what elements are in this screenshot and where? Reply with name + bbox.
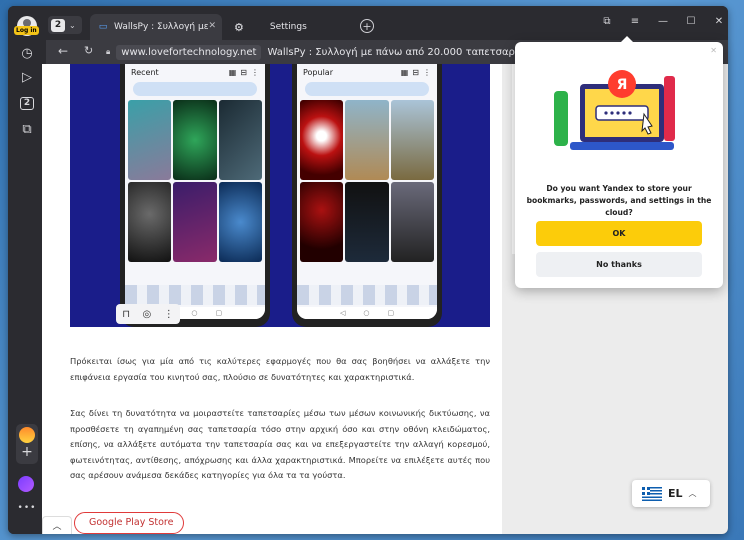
- phone-mockup-right: Popular ▦ ⊟ ⋮ ◁ ○ ▢: [292, 64, 442, 327]
- tab-wallspy[interactable]: ▭ WallsPy : Συλλογή με πάνω ✕: [90, 14, 222, 40]
- phone-mockup-left: Recent▦⊟⋮ ◁○▢: [120, 64, 270, 327]
- close-window-icon[interactable]: ✕: [712, 16, 726, 27]
- language-code: EL: [668, 487, 683, 500]
- browser-sidebar: Log in ◷ ▷ 2 ⧉ + •••: [8, 6, 46, 534]
- maximize-icon[interactable]: ☐: [684, 16, 698, 27]
- login-badge[interactable]: Log in: [14, 26, 39, 35]
- tab-settings[interactable]: ⚙ Settings: [228, 14, 348, 40]
- article-column: Recent▦⊟⋮ ◁○▢: [42, 64, 502, 534]
- greek-flag-icon: [642, 486, 662, 501]
- more-vertical-icon[interactable]: ⋮: [164, 309, 174, 320]
- bookmarks-icon[interactable]: ⧉: [600, 16, 614, 27]
- language-selector[interactable]: EL ︿: [632, 480, 710, 507]
- play-icon[interactable]: ▷: [18, 68, 36, 86]
- monitor-favicon-icon: ▭: [98, 22, 108, 32]
- article-paragraph: Πρόκειται ίσως για μία από τις καλύτερες…: [70, 356, 490, 382]
- article-paragraph: Σας δίνει τη δυνατότητα να μοιραστείτε τ…: [70, 408, 490, 480]
- google-play-store-button[interactable]: Google Play Store: [74, 512, 184, 534]
- reload-icon[interactable]: ↻: [84, 44, 93, 57]
- svg-text:Я: Я: [617, 77, 628, 93]
- menu-icon[interactable]: ≡: [628, 16, 642, 27]
- gear-icon: ⚙: [234, 20, 244, 34]
- url-host[interactable]: www.lovefortechnology.net: [116, 44, 262, 60]
- no-thanks-button[interactable]: No thanks: [536, 252, 702, 277]
- tab-strip: 2 ⌄ ▭ WallsPy : Συλλογή με πάνω ✕ ⚙ Sett…: [46, 6, 728, 40]
- minimize-icon[interactable]: —: [656, 16, 670, 27]
- close-tab-icon[interactable]: ✕: [208, 21, 216, 31]
- tab-title: Settings: [269, 22, 307, 32]
- collections-icon[interactable]: ⧉: [18, 120, 36, 138]
- phone-filter-bar: [305, 82, 429, 96]
- sync-question: Do you want Yandex to store your bookmar…: [526, 184, 712, 217]
- new-tab-button[interactable]: +: [360, 19, 374, 33]
- ok-button[interactable]: OK: [536, 221, 702, 246]
- history-icon[interactable]: ◷: [18, 44, 36, 62]
- lock-icon[interactable]: 🔒︎: [106, 47, 110, 57]
- page-title-in-address: WallsPy : Συλλογή με πάνω από 20.000 ταπ…: [267, 46, 539, 58]
- screenshot-icon[interactable]: ◎: [143, 309, 152, 320]
- chevron-up-icon: ︿: [688, 489, 697, 498]
- phone-title: Popular: [303, 67, 333, 77]
- bookmark-icon[interactable]: ⊓: [122, 309, 130, 320]
- tab-title: WallsPy : Συλλογή με πάνω: [114, 22, 208, 32]
- phone-dock-strip: [297, 285, 437, 305]
- hero-image: Recent▦⊟⋮ ◁○▢: [70, 64, 490, 327]
- sidebar-services-group: +: [16, 424, 38, 464]
- phone-filter-bar: [133, 82, 257, 96]
- phone-title: Recent: [131, 67, 159, 77]
- tab-count-number: 2: [51, 18, 65, 32]
- close-icon[interactable]: ✕: [710, 46, 717, 55]
- yandex-sync-popup: ✕ Я Do you want Yandex to store your boo…: [515, 36, 723, 288]
- more-icon[interactable]: •••: [16, 503, 38, 513]
- alice-icon[interactable]: [18, 476, 34, 492]
- chevron-down-icon: ⌄: [69, 20, 76, 30]
- tab-count-icon[interactable]: 2: [18, 94, 36, 112]
- add-icon[interactable]: +: [16, 444, 38, 460]
- image-tools: ⊓ ◎ ⋮: [116, 304, 180, 324]
- phone-dock-strip: [125, 285, 265, 305]
- tab-count-number: 2: [20, 96, 34, 110]
- back-arrow-icon[interactable]: ←: [58, 44, 68, 58]
- tab-count-button[interactable]: 2 ⌄: [48, 16, 82, 34]
- laptop-illustration: Я: [554, 70, 675, 150]
- scroll-up-chevron-icon[interactable]: ︿: [42, 516, 72, 534]
- yandex-services-icon[interactable]: [19, 427, 35, 443]
